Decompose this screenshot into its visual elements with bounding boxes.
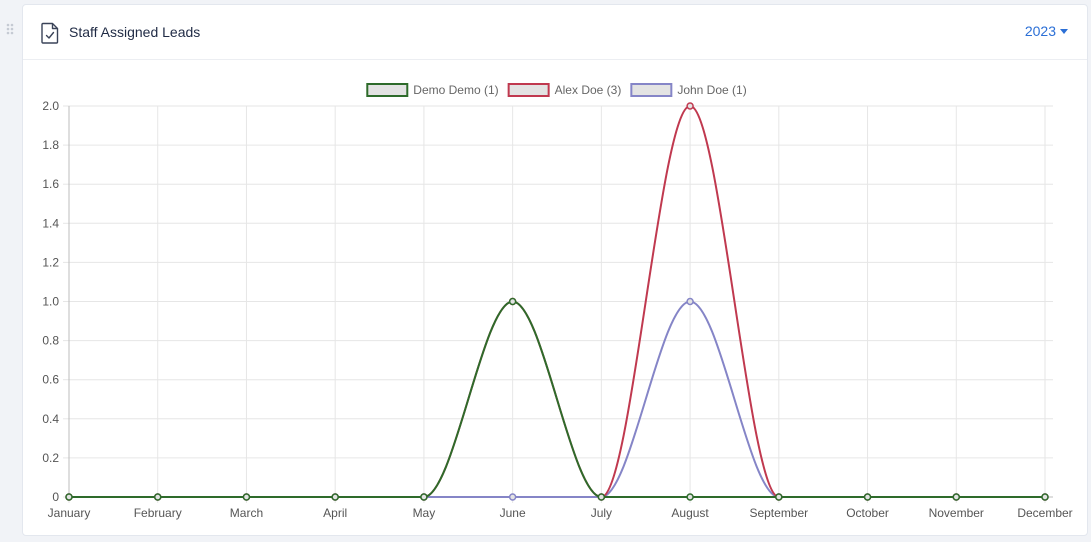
x-tick-label: December xyxy=(1017,506,1072,520)
legend-swatch xyxy=(366,83,409,97)
data-point xyxy=(65,493,73,501)
axis-layer: 0 0.2 0.4 0.6 0.8 1.0 1.2 1.4 1.6 1.8 2.0 January Fe… xyxy=(42,99,1072,520)
y-tick-label: 0.6 xyxy=(42,373,59,387)
data-point xyxy=(1041,493,1049,501)
legend-swatch xyxy=(630,83,673,97)
data-point xyxy=(331,493,339,501)
data-point xyxy=(863,493,872,501)
legend-label: John Doe (1) xyxy=(677,83,746,97)
x-tick-label: February xyxy=(134,506,182,520)
data-point xyxy=(952,493,961,501)
data-point xyxy=(686,493,694,501)
data-point xyxy=(775,493,783,501)
y-tick-label: 2.0 xyxy=(42,99,59,113)
legend-swatch xyxy=(507,83,550,97)
data-point xyxy=(508,297,517,306)
y-tick-label: 1.4 xyxy=(42,216,59,230)
legend-label: Alex Doe (3) xyxy=(555,83,622,97)
legend-label: Demo Demo (1) xyxy=(413,83,498,97)
data-point xyxy=(597,493,606,501)
x-tick-label: March xyxy=(230,506,263,520)
leads-line-chart: 0 0.2 0.4 0.6 0.8 1.0 1.2 1.4 1.6 1.8 2.0 January Fe… xyxy=(42,83,1073,520)
data-point xyxy=(686,297,694,306)
x-tick-label: October xyxy=(846,506,889,520)
legend: Demo Demo (1) Alex Doe (3) John Doe (1) xyxy=(366,83,747,97)
x-tick-label: November xyxy=(929,506,984,520)
x-tick-label: July xyxy=(591,506,612,520)
y-tick-label: 0.4 xyxy=(42,412,59,426)
data-point xyxy=(242,493,251,501)
x-tick-label: January xyxy=(48,506,91,520)
x-tick-label: April xyxy=(323,506,347,520)
data-point xyxy=(508,493,517,501)
x-tick-label: June xyxy=(500,506,526,520)
y-tick-label: 0 xyxy=(52,490,59,504)
y-tick-label: 1.2 xyxy=(42,255,59,269)
y-tick-label: 1.6 xyxy=(42,177,59,191)
y-tick-label: 0.2 xyxy=(42,451,59,465)
grid-layer xyxy=(63,105,1053,503)
series-line xyxy=(69,300,1046,499)
y-tick-label: 0.8 xyxy=(42,334,59,348)
y-tick-label: 1.8 xyxy=(42,138,59,152)
data-point xyxy=(420,493,428,501)
data-point xyxy=(153,493,162,501)
y-tick-label: 1.0 xyxy=(42,295,59,309)
data-point xyxy=(686,102,694,110)
x-tick-label: May xyxy=(413,506,436,520)
x-tick-label: August xyxy=(671,506,709,520)
x-tick-label: September xyxy=(749,506,808,520)
